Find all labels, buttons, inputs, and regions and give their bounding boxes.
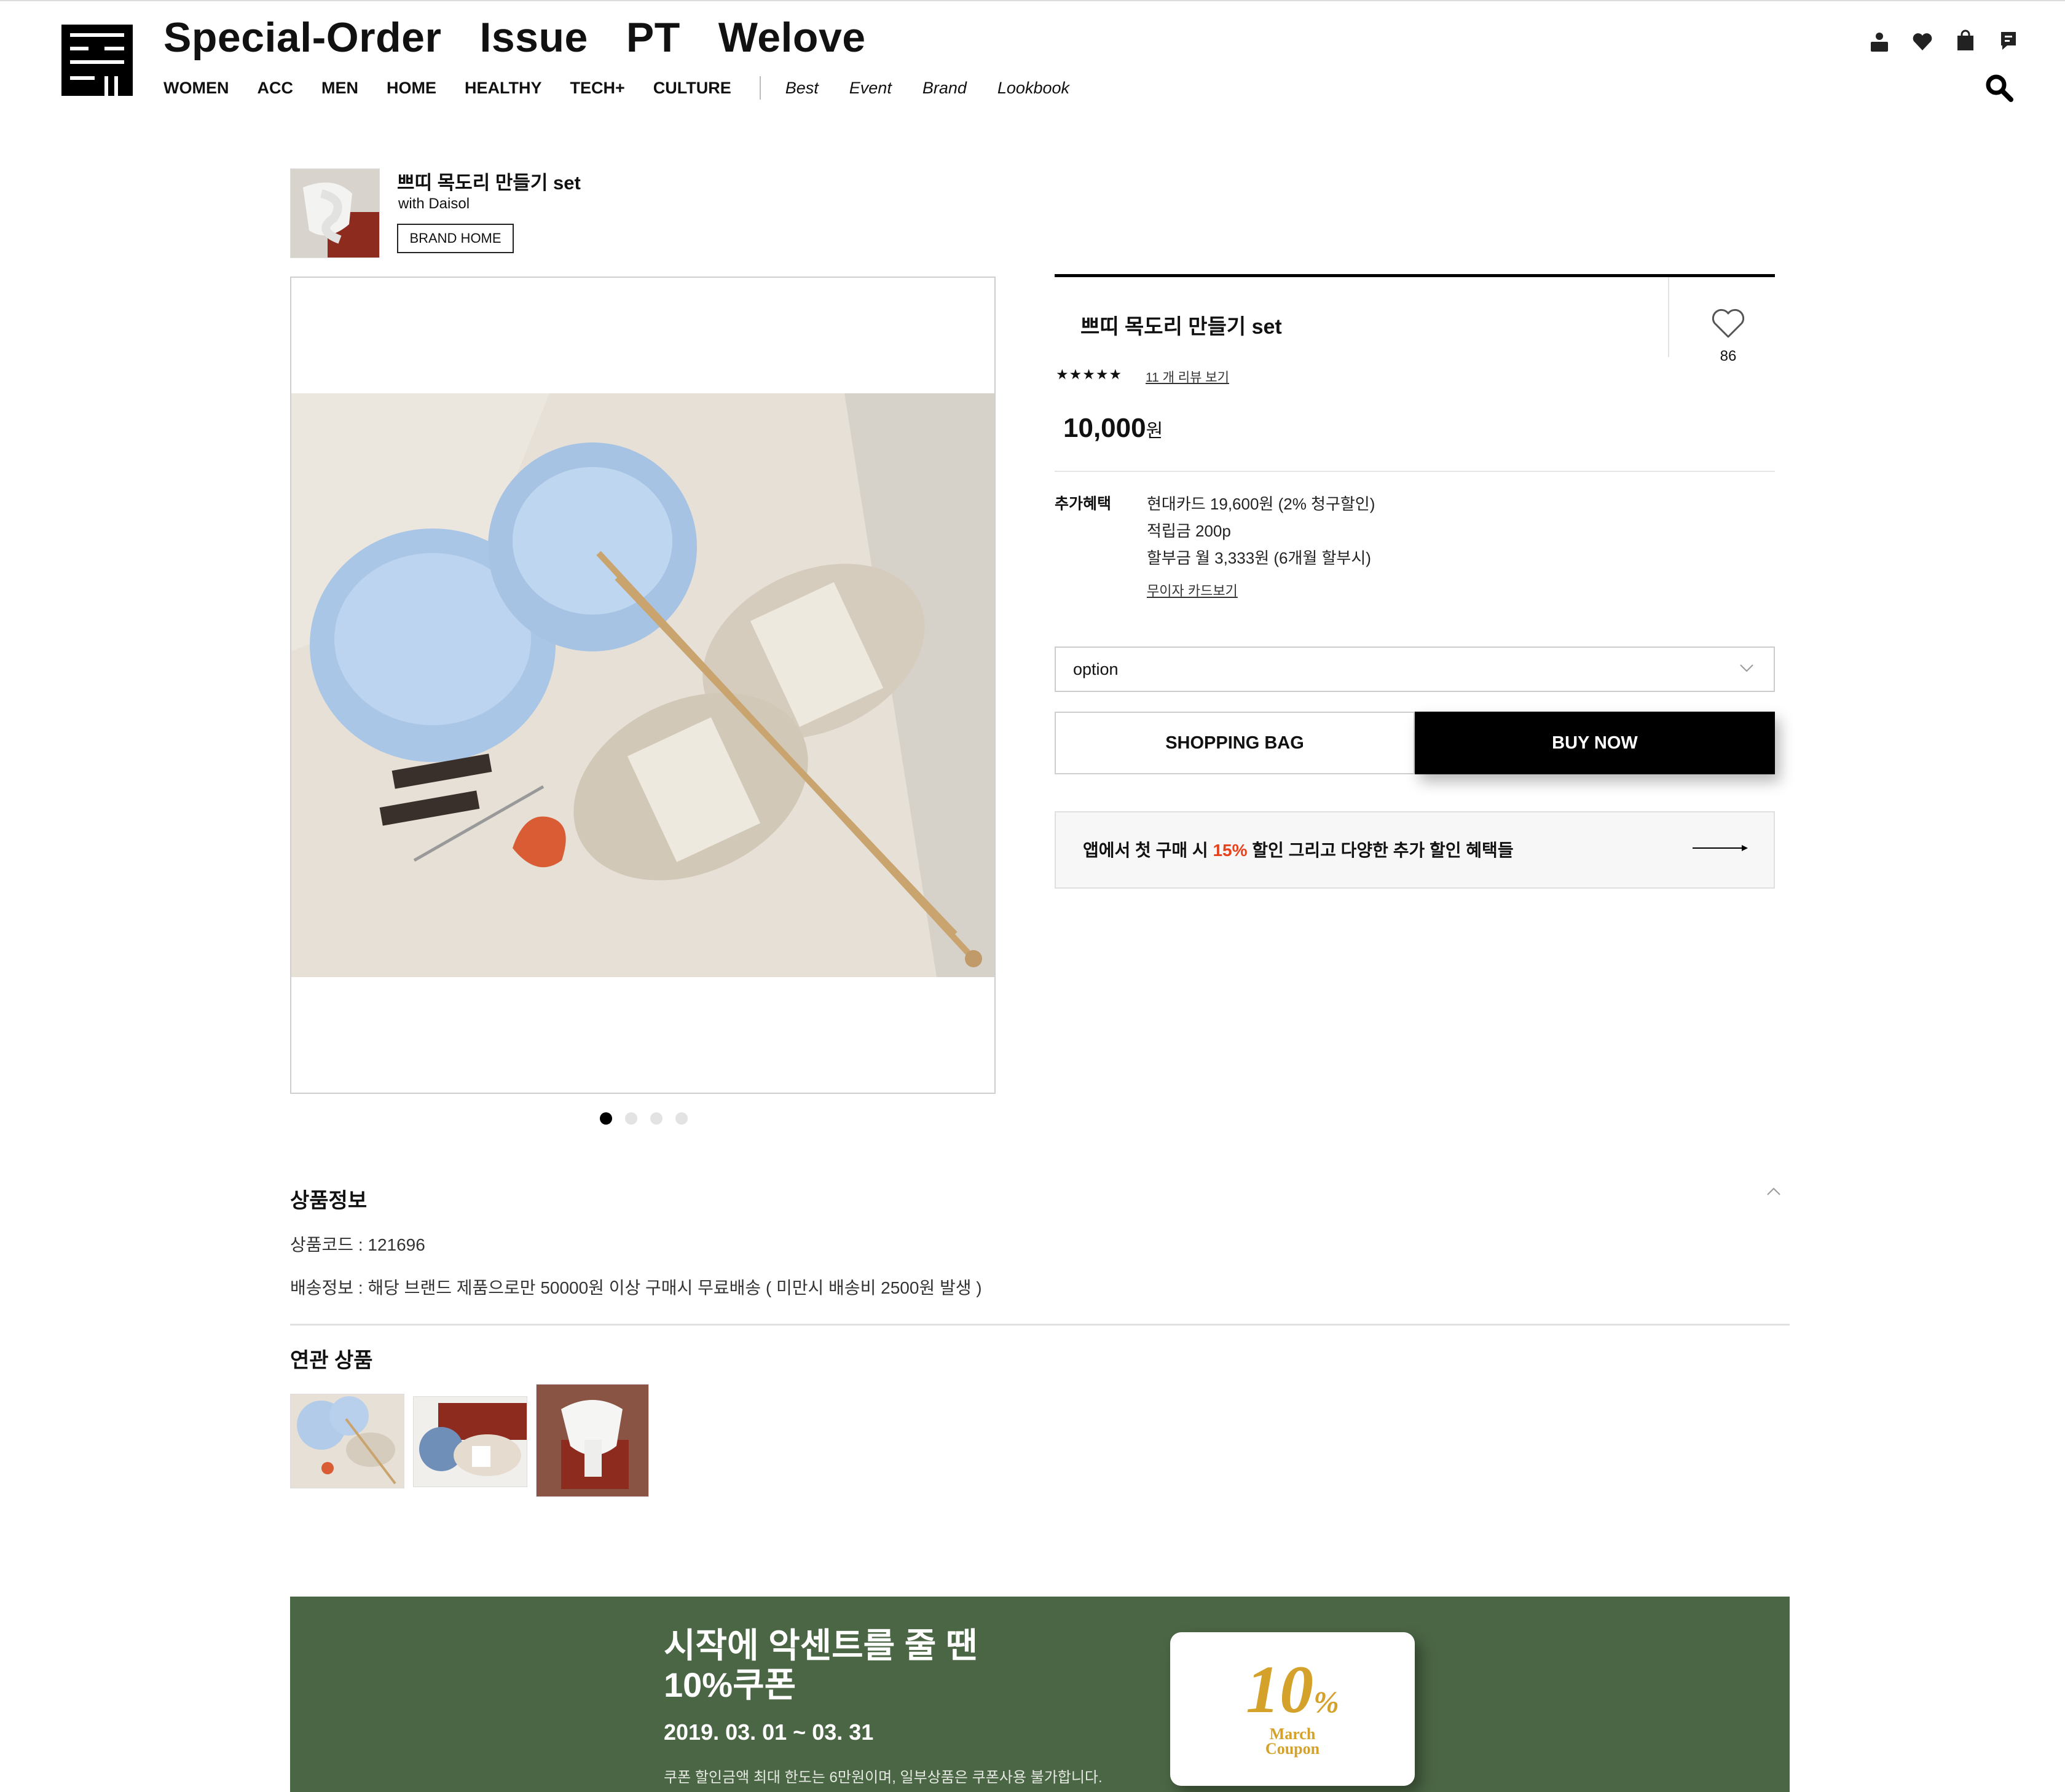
promo-text: 앱에서 첫 구매 시 15% 할인 그리고 다양한 추가 할인 혜택들 [1083, 837, 1514, 862]
nav-best[interactable]: Best [785, 79, 819, 98]
buy-now-button[interactable]: BUY NOW [1415, 712, 1775, 774]
gallery-dots [600, 1112, 688, 1125]
product-info-title: 상품정보 [290, 1189, 368, 1212]
panel-divider [1668, 277, 1669, 357]
nav-healthy[interactable]: HEALTHY [465, 79, 542, 98]
promo-text-after: 할인 그리고 다양한 추가 할인 혜택들 [1247, 841, 1514, 860]
nav-issue[interactable]: Issue [479, 14, 588, 61]
nav-women[interactable]: WOMEN [163, 79, 229, 98]
coupon-amount: 10% [1170, 1651, 1415, 1729]
nav-acc[interactable]: ACC [257, 79, 293, 98]
banner-date: 2019. 03. 01 ~ 03. 31 [664, 1719, 874, 1745]
message-icon[interactable] [1997, 29, 2020, 52]
product-price: 10,000원 [1063, 413, 1163, 444]
heart-icon[interactable] [1911, 31, 1933, 53]
banner-line-2: 10%쿠폰 [664, 1665, 796, 1704]
nav-home[interactable]: HOME [387, 79, 436, 98]
promo-text-before: 앱에서 첫 구매 시 [1083, 841, 1213, 860]
coupon-card: 10% March Coupon [1170, 1632, 1415, 1786]
shopping-bag-icon[interactable] [1954, 29, 1977, 52]
nav-culture[interactable]: CULTURE [653, 79, 731, 98]
option-select[interactable]: option [1055, 646, 1775, 692]
coupon-number: 10 [1246, 1652, 1314, 1727]
product-photo[interactable] [291, 393, 994, 977]
info-divider [290, 1324, 1790, 1326]
gallery-dot-2[interactable] [625, 1112, 637, 1125]
gallery-dot-3[interactable] [650, 1112, 663, 1125]
related-item-2[interactable] [413, 1396, 527, 1487]
related-title: 연관 상품 [290, 1349, 373, 1372]
promo-percent: 15% [1213, 841, 1248, 860]
rating-stars: ★★★★★ [1056, 366, 1123, 382]
arrow-right-icon [1693, 845, 1748, 851]
benefit-card-discount: 현대카드 19,600원 (2% 청구할인) [1147, 495, 1375, 513]
price-value: 10,000 [1063, 413, 1146, 443]
product-code: 상품코드 : 121696 [290, 1235, 425, 1254]
nav-brand[interactable]: Brand [922, 79, 967, 98]
top-border [0, 0, 2065, 1]
price-currency: 원 [1146, 421, 1163, 441]
banner-line-1: 시작에 악센트를 줄 땐 [664, 1626, 978, 1665]
brand-with: with Daisol [398, 195, 470, 212]
coupon-banner[interactable]: 시작에 악센트를 줄 땐 10%쿠폰 2019. 03. 01 ~ 03. 31 … [290, 1597, 1790, 1792]
nav-tech[interactable]: TECH+ [570, 79, 624, 98]
coupon-caption: March Coupon [1170, 1726, 1415, 1758]
related-item-1[interactable] [290, 1394, 404, 1488]
like-count: 86 [1720, 348, 1737, 364]
panel-top-border [1055, 274, 1775, 277]
benefit-points: 적립금 200p [1147, 522, 1231, 540]
price-divider [1055, 471, 1775, 472]
nav-divider [759, 76, 761, 100]
banner-note: 쿠폰 할인금액 최대 한도는 6만원이며, 일부상품은 쿠폰사용 불가합니다. [664, 1769, 1103, 1786]
review-link[interactable]: 11 개 리뷰 보기 [1146, 367, 1229, 386]
user-icon[interactable] [1868, 31, 1890, 53]
brand-thumbnail[interactable] [290, 168, 380, 258]
shopping-bag-button[interactable]: SHOPPING BAG [1055, 712, 1415, 774]
shipping-info: 배송정보 : 해당 브랜드 제품으로만 50000원 이상 구매시 무료배송 (… [290, 1278, 982, 1297]
nav-pt[interactable]: PT [626, 14, 680, 61]
chevron-up-icon[interactable] [1766, 1187, 1781, 1196]
coupon-caption-2: Coupon [1265, 1740, 1320, 1758]
nav-welove[interactable]: Welove [718, 14, 866, 61]
nav-special-order[interactable]: Special-Order [163, 14, 441, 61]
nav-event[interactable]: Event [849, 79, 892, 98]
gallery-dot-4[interactable] [675, 1112, 688, 1125]
nav-men[interactable]: MEN [321, 79, 358, 98]
site-logo[interactable] [61, 25, 133, 96]
benefit-installment: 할부금 월 3,333원 (6개월 할부시) [1147, 549, 1371, 567]
chevron-down-icon [1740, 664, 1753, 672]
banner-headline: 시작에 악센트를 줄 땐 10%쿠폰 [664, 1626, 977, 1705]
brand-title: 쁘띠 목도리 만들기 set [397, 172, 581, 194]
brand-home-button[interactable]: BRAND HOME [397, 224, 514, 253]
search-icon[interactable] [1984, 73, 2015, 103]
wishlist-heart-icon[interactable] [1711, 307, 1745, 339]
gallery-dot-1[interactable] [600, 1112, 612, 1125]
benefit-label: 추가혜택 [1055, 495, 1112, 513]
related-item-3[interactable] [536, 1384, 649, 1497]
main-nav: Special-Order Issue PT Welove [163, 14, 866, 61]
app-promo-banner[interactable]: 앱에서 첫 구매 시 15% 할인 그리고 다양한 추가 할인 혜택들 [1055, 811, 1775, 889]
category-nav: WOMEN ACC MEN HOME HEALTHY TECH+ CULTURE… [163, 76, 1100, 100]
product-name: 쁘띠 목도리 만들기 set [1080, 315, 1282, 339]
coupon-percent: % [1313, 1684, 1339, 1719]
card-link[interactable]: 무이자 카드보기 [1147, 580, 1238, 600]
nav-lookbook[interactable]: Lookbook [997, 79, 1069, 98]
